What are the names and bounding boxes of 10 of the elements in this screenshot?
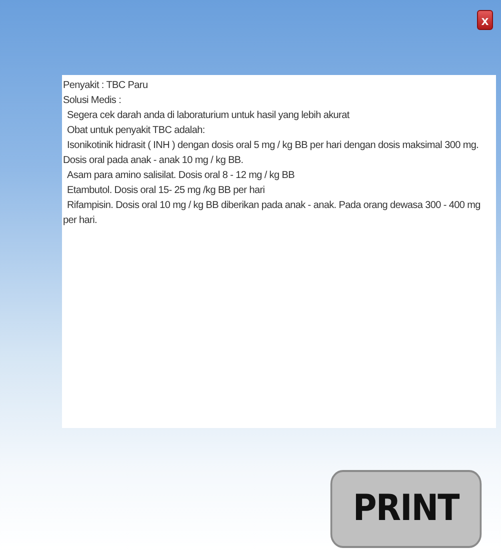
result-text: Segera cek darah anda di laboraturium untuk hasil yang lebih akurat [66,109,351,123]
result-text: Isonikotinik hidrasit ( INH ) dengan dosis oral 5 mg / kg BB per hari dengan dosis maksimal 300 mg. Dosis oral pada anak - anak 10 mg / kg BB. [63,139,480,168]
result-text: Penyakit : TBC Paru [63,79,149,93]
result-text: Etambutol. Dosis oral 15- 25 mg /kg BB per hari [66,184,266,198]
result-text: Rifampisin. Dosis oral 10 mg / kg BB diberikan pada anak - anak. Pada orang dewasa 300 - 400 mg per hari. [63,199,482,228]
close-button[interactable]: x [477,10,493,30]
result-text: Solusi Medis : [63,94,122,108]
result-text: Asam para amino salisilat. Dosis oral 8 - 12 mg / kg BB [66,169,296,183]
print-button[interactable]: PRINT [330,470,482,548]
result-text: Obat untuk penyakit TBC adalah: [66,124,206,138]
